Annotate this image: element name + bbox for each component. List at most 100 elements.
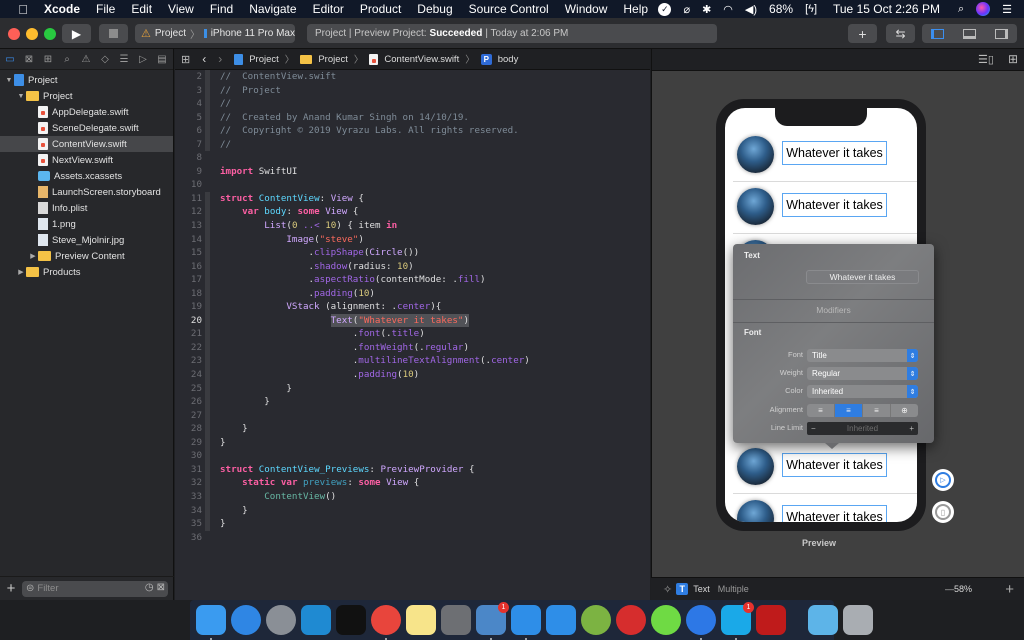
fold-ribbon[interactable] <box>205 531 210 545</box>
fold-ribbon[interactable] <box>205 191 210 206</box>
code-line[interactable]: 28 } <box>175 422 650 436</box>
code-line[interactable]: 27 <box>175 408 650 423</box>
fold-ribbon[interactable] <box>205 151 210 165</box>
decrement-button[interactable]: − <box>811 424 816 433</box>
dock-chrome-icon[interactable] <box>371 605 401 640</box>
folder-navigator-icon[interactable]: ▭ <box>4 53 16 65</box>
menu-product[interactable]: Product <box>360 2 401 16</box>
weight-select[interactable]: Regular ⇕ <box>807 367 918 380</box>
toggle-navigator-icon[interactable] <box>931 28 945 39</box>
fold-ribbon[interactable] <box>205 340 210 355</box>
dock-upwork-icon[interactable] <box>651 605 681 635</box>
file-tree-item[interactable]: ▼ Project <box>0 88 173 104</box>
preview-list-row[interactable]: Whatever it takes <box>725 182 917 234</box>
code-line[interactable]: 4 // <box>175 97 650 111</box>
fold-ribbon[interactable] <box>205 313 210 328</box>
preview-list-row[interactable]: Whatever it takes <box>725 442 917 494</box>
pin-icon[interactable]: ✧ <box>663 583 672 596</box>
report-navigator-icon[interactable]: ▤ <box>156 53 168 65</box>
disclosure-triangle-icon[interactable]: ▼ <box>4 77 14 84</box>
code-line[interactable]: 29} <box>175 435 650 450</box>
code-review-button[interactable]: ⇆ <box>886 24 915 43</box>
dock-vscode-icon[interactable] <box>301 605 331 635</box>
code-line[interactable]: 25 } <box>175 381 650 396</box>
fold-ribbon[interactable] <box>205 300 210 314</box>
code-line[interactable]: 2 // ContentView.swift <box>175 70 650 84</box>
library-add-button[interactable]: + <box>848 24 877 43</box>
code-line[interactable]: 10 <box>175 178 650 192</box>
code-line[interactable]: 12 var body: some View { <box>175 205 650 220</box>
zoom-out-button[interactable]: — <box>945 584 954 594</box>
code-line[interactable]: 9 import SwiftUI <box>175 165 650 179</box>
preview-list-row[interactable]: Whatever it takes <box>725 130 917 182</box>
paperclip-icon[interactable]: ⌀ <box>683 3 690 16</box>
editor-options-icon[interactable]: ☰▯ <box>978 53 994 66</box>
align-right-button[interactable]: ≡ <box>863 404 891 417</box>
dock-skype-icon[interactable]: 1 <box>721 602 754 640</box>
code-line[interactable]: 17 . aspectRatio (contentMode: . fill) <box>175 273 650 287</box>
menu-edit[interactable]: Edit <box>131 2 152 16</box>
dock-xcode-icon[interactable] <box>511 605 541 640</box>
fold-ribbon[interactable] <box>205 395 210 409</box>
apple-menu-icon[interactable]:  <box>16 2 30 17</box>
menu-help[interactable]: Help <box>623 2 648 16</box>
fold-ribbon[interactable] <box>205 368 210 382</box>
bluetooth-icon[interactable]: ✱ <box>702 3 711 16</box>
dock-preview-icon[interactable]: 1 <box>476 602 509 640</box>
file-tree-item[interactable]: ▶ Preview Content <box>0 248 173 264</box>
menu-find[interactable]: Find <box>210 2 233 16</box>
fold-ribbon[interactable] <box>205 259 210 274</box>
code-line[interactable]: 30 <box>175 449 650 463</box>
file-tree-item[interactable]: Steve_Mjolnir.jpg <box>0 232 173 248</box>
code-line[interactable]: 31 struct ContentView_Previews: PreviewPr… <box>175 462 650 477</box>
menu-view[interactable]: View <box>168 2 194 16</box>
preview-text[interactable]: Whatever it takes <box>782 453 887 477</box>
run-button[interactable]: ▶ <box>62 24 91 43</box>
dock-finder-icon[interactable] <box>196 605 226 640</box>
menu-window[interactable]: Window <box>565 2 608 16</box>
fold-ribbon[interactable] <box>205 489 210 504</box>
wifi-icon[interactable]: ◠ <box>723 3 733 16</box>
fold-ribbon[interactable] <box>205 273 210 287</box>
disclosure-triangle-icon[interactable]: ▶ <box>28 252 38 260</box>
code-line[interactable]: 19 VStack (alignment: . center){ <box>175 300 650 314</box>
stop-button[interactable] <box>99 24 128 43</box>
fold-ribbon[interactable] <box>205 503 210 518</box>
dock-safari-icon[interactable] <box>231 605 261 635</box>
code-line[interactable]: 26 } <box>175 395 650 409</box>
code-line[interactable]: 18 . padding(10) <box>175 286 650 301</box>
battery-icon[interactable]: [ϟ] <box>805 3 817 15</box>
symbol-navigator-icon[interactable]: ⊞ <box>42 53 54 65</box>
forward-button[interactable]: › <box>218 52 222 66</box>
fold-ribbon[interactable] <box>205 232 210 247</box>
disclosure-triangle-icon[interactable]: ▼ <box>16 93 26 100</box>
code-line[interactable]: 15 . clipShape(Circle()) <box>175 246 650 260</box>
fold-ribbon[interactable] <box>205 476 210 490</box>
text-value-field[interactable]: Whatever it takes <box>806 270 919 284</box>
breadcrumb-project[interactable]: Project <box>249 54 279 65</box>
toggle-debug-area-icon[interactable] <box>962 28 976 39</box>
minimize-window-button[interactable] <box>26 28 38 40</box>
source-control-navigator-icon[interactable]: ⊠ <box>23 53 35 65</box>
file-tree-item[interactable]: NextView.swift <box>0 152 173 168</box>
zoom-window-button[interactable] <box>44 28 56 40</box>
code-line[interactable]: 36 <box>175 531 650 545</box>
menu-source-control[interactable]: Source Control <box>469 2 549 16</box>
preview-text[interactable]: Whatever it takes <box>782 141 887 165</box>
file-tree-item[interactable]: LaunchScreen.storyboard <box>0 184 173 200</box>
toggle-inspector-icon[interactable] <box>994 28 1008 39</box>
fold-ribbon[interactable] <box>205 137 210 152</box>
dock-simulator-icon[interactable] <box>546 605 576 635</box>
file-tree-item[interactable]: 1.png <box>0 216 173 232</box>
align-natural-button[interactable]: ⊕ <box>891 404 918 417</box>
notification-center-icon[interactable]: ☰ <box>1002 3 1012 16</box>
code-line[interactable]: 34 } <box>175 503 650 518</box>
fold-ribbon[interactable] <box>205 449 210 463</box>
menu-navigate[interactable]: Navigate <box>249 2 296 16</box>
scheme-selector[interactable]: ⚠︎ Project 〉 iPhone 11 Pro Max <box>135 24 295 43</box>
menu-debug[interactable]: Debug <box>417 2 452 16</box>
dock-notes-icon[interactable] <box>406 605 436 635</box>
code-line[interactable]: 3 // Project <box>175 83 650 98</box>
code-area[interactable]: 2 // ContentView.swift 3 // Project 4 // 5 // C… <box>175 70 650 544</box>
dock-android-studio-icon[interactable] <box>581 605 611 635</box>
